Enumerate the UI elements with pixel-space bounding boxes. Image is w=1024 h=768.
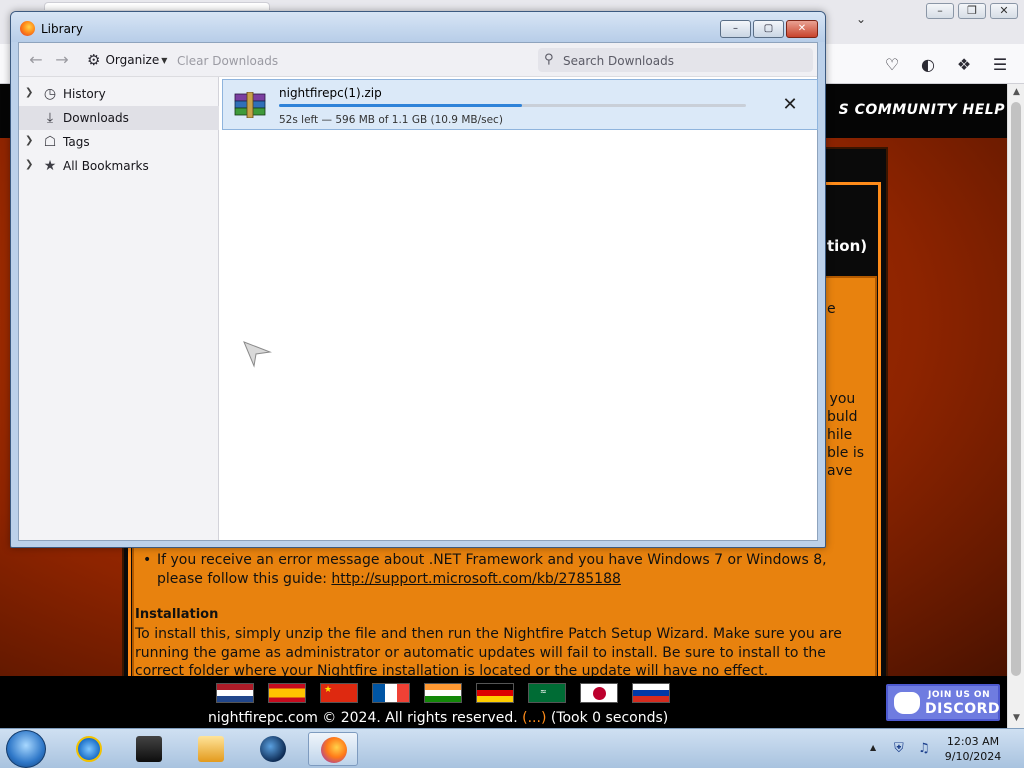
download-progress-fill [279,104,522,107]
show-hidden-icons-icon[interactable]: ▲ [870,743,876,752]
tag-icon: ☖ [43,134,57,150]
download-filename: nightfirepc(1).zip [279,86,382,100]
dotnet-bullet: • If you receive an error message about … [143,551,863,589]
sidebar-item-all-bookmarks[interactable]: ❯ ★ All Bookmarks [19,154,219,178]
library-close-button[interactable]: ✕ [786,20,818,38]
sidebar-item-history[interactable]: ❯ ◷ History [19,82,219,106]
library-window: Library – ▢ ✕ ← → ⚙ Organize ▼ Clear Dow… [10,11,826,548]
chevron-right-icon[interactable]: ❯ [25,87,33,98]
body-text-fragment: hile [827,427,853,443]
firefox-icon [321,737,347,763]
section-heading-fragment: tion) [827,237,868,255]
download-progress-bar [279,104,746,107]
mouse-cursor-icon [243,341,272,368]
sidebar-item-tags[interactable]: ❯ ☖ Tags [19,130,219,154]
forward-arrow-icon[interactable]: → [53,51,71,69]
taskbar-media-player[interactable] [186,732,236,766]
browser-close-button[interactable]: ✕ [990,3,1018,19]
microsoft-kb-link[interactable]: http://support.microsoft.com/kb/2785188 [331,571,621,587]
extensions-icon[interactable]: ❖ [953,54,975,76]
installation-title: Installation [135,607,219,622]
windows-taskbar: ▲ ⛨ ♫ 12:03 AM 9/10/2024 [0,728,1024,768]
media-player-icon [198,736,224,762]
flag-russia-icon[interactable] [632,683,670,703]
discord-logo-icon [894,692,920,714]
tab-list-chevron-icon[interactable]: ⌄ [856,12,866,26]
taskbar-firefox[interactable] [308,732,358,766]
search-icon: ⚲ [544,52,554,67]
bullet-dot: • [143,552,152,568]
search-placeholder: Search Downloads [563,54,674,68]
flag-india-icon[interactable] [424,683,462,703]
flag-spain-icon[interactable] [268,683,306,703]
community-help-link[interactable]: S COMMUNITY HELP [839,102,1005,118]
winrar-archive-icon [234,92,266,118]
flag-france-icon[interactable] [372,683,410,703]
chevron-right-icon[interactable]: ❯ [25,159,33,170]
library-body: ← → ⚙ Organize ▼ Clear Downloads ⚲ Searc… [18,42,818,541]
pocket-icon[interactable]: ♡ [881,54,903,76]
globe-icon [260,736,286,762]
browser-minimize-button[interactable]: – [926,3,954,19]
browser-tab[interactable] [44,2,270,10]
dark-mode-icon[interactable]: ◐ [917,54,939,76]
flag-netherlands-icon[interactable] [216,683,254,703]
clock-time: 12:03 AM [946,735,1000,748]
footer-copyright: nightfirepc.com © 2024. All rights reser… [208,710,669,726]
start-button[interactable] [6,730,46,768]
sidebar-item-downloads[interactable]: ⤓ Downloads [19,106,219,130]
body-text-fragment: buld [827,409,858,425]
chevron-right-icon[interactable]: ❯ [25,135,33,146]
library-title: Library [41,22,83,36]
volume-icon[interactable]: ♫ [918,741,930,756]
search-downloads-input[interactable]: ⚲ Search Downloads [538,48,813,72]
body-text-fragment: ave [827,463,853,479]
flag-china-icon[interactable]: ★ [320,683,358,703]
media-center-icon [136,736,162,762]
hamburger-menu-icon[interactable]: ☰ [989,54,1011,76]
star-icon: ★ [43,158,57,174]
cancel-download-button[interactable]: ✕ [779,94,801,116]
download-status: 52s left — 596 MB of 1.1 GB (10.9 MB/sec… [279,114,503,126]
security-shield-icon[interactable]: ⛨ [894,741,904,756]
scroll-down-arrow-icon[interactable]: ▼ [1008,710,1024,727]
taskbar-network[interactable] [248,732,298,766]
footer-more-link[interactable]: (...) [522,710,546,726]
flag-saudi-arabia-icon[interactable]: ≈ [528,683,566,703]
scrollbar-thumb[interactable] [1011,102,1021,676]
page-scrollbar[interactable]: ▲ ▼ [1007,84,1024,728]
downloads-list: nightfirepc(1).zip 52s left — 596 MB of … [220,77,818,540]
site-footer: ★ ≈ nightfirepc.com © 2024. All rights r… [0,676,1007,728]
library-titlebar[interactable]: Library – ▢ ✕ [11,12,825,42]
library-minimize-button[interactable]: – [720,20,751,38]
scroll-up-arrow-icon[interactable]: ▲ [1008,84,1024,101]
flag-japan-icon[interactable] [580,683,618,703]
download-item[interactable]: nightfirepc(1).zip 52s left — 596 MB of … [222,79,818,130]
clock-icon: ◷ [43,86,57,102]
taskbar-media-center[interactable] [124,732,174,766]
library-toolbar: ← → ⚙ Organize ▼ Clear Downloads ⚲ Searc… [19,43,817,77]
gear-icon: ⚙ [87,51,101,69]
back-arrow-icon[interactable]: ← [27,51,45,69]
installation-body: To install this, simply unzip the file a… [135,626,842,676]
internet-explorer-icon [76,736,102,762]
clear-downloads-button[interactable]: Clear Downloads [177,54,278,68]
firefox-logo-icon [20,21,35,36]
body-text-fragment: e [827,301,836,317]
flag-germany-icon[interactable] [476,683,514,703]
clock-date: 9/10/2024 [944,750,1002,763]
library-sidebar: ❯ ◷ History ⤓ Downloads ❯ ☖ Tags ❯ ★ All… [19,77,219,540]
body-text-fragment: ble is [827,445,865,461]
organize-menu-button[interactable]: ⚙ Organize ▼ [87,50,167,70]
discord-join-button[interactable]: JOIN US ON DISCORD [886,684,1000,721]
download-icon: ⤓ [46,110,54,126]
library-maximize-button[interactable]: ▢ [753,20,784,38]
chevron-down-icon: ▼ [161,55,168,65]
taskbar-clock[interactable]: 12:03 AM 9/10/2024 [938,734,1008,764]
taskbar-internet-explorer[interactable] [64,732,114,766]
browser-restore-button[interactable]: ❐ [958,3,986,19]
